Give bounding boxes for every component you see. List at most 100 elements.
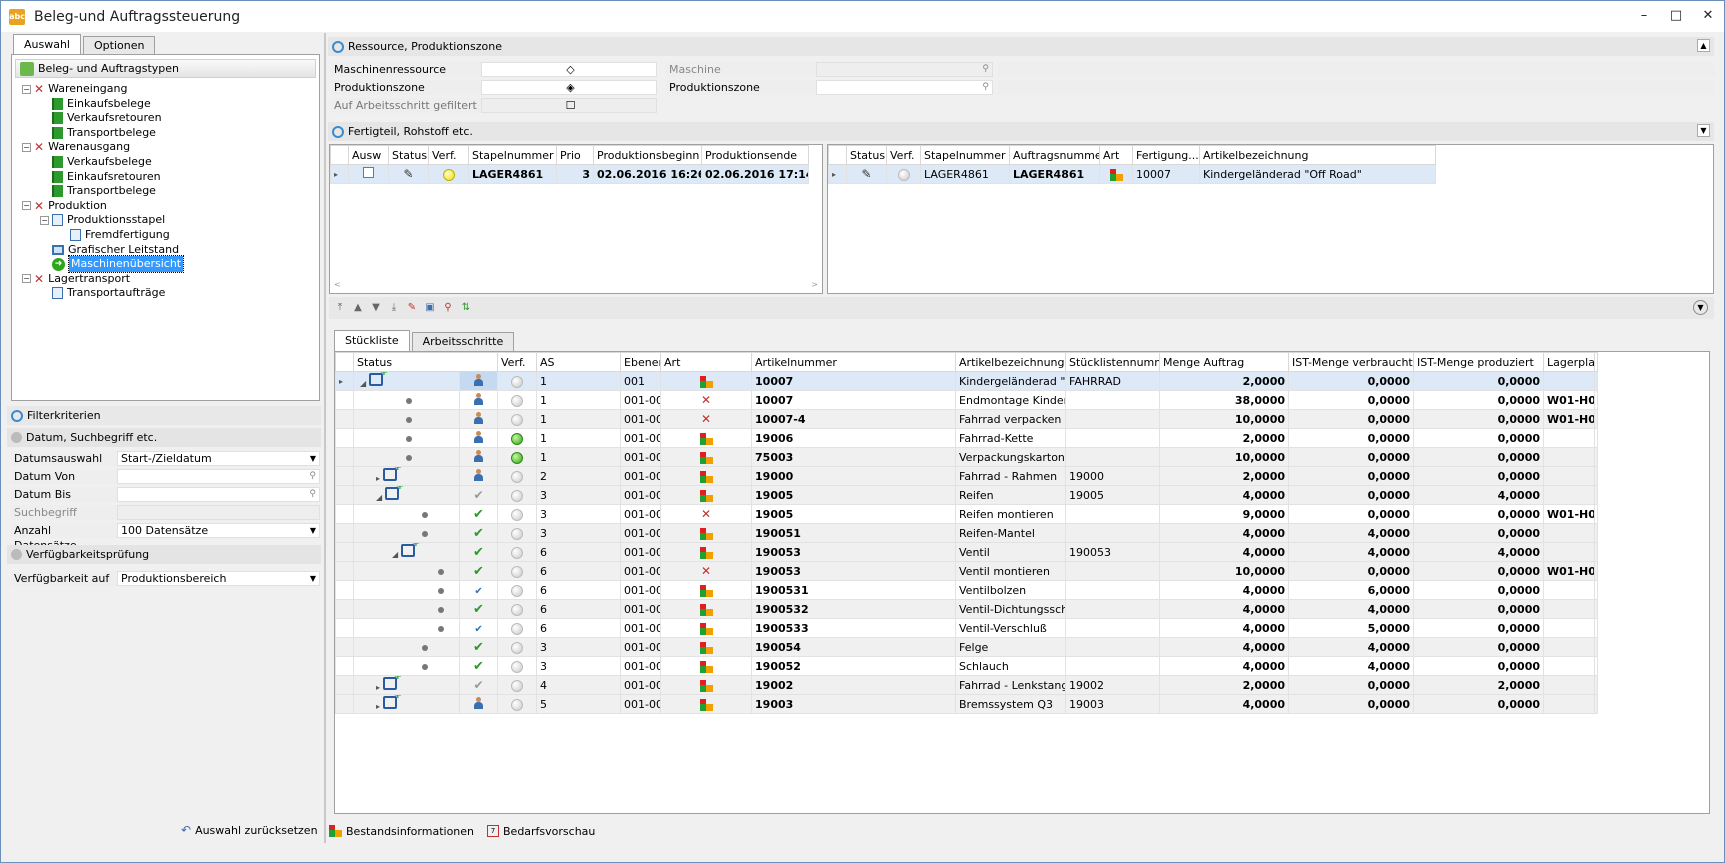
tab-stueckliste[interactable]: Stückliste <box>334 330 410 351</box>
resource-header[interactable]: Ressource, Produktionszone ▲ <box>328 37 1714 56</box>
col-produktionsbeginn[interactable]: Produktionsbeginn <box>593 145 702 165</box>
select-checkbox[interactable] <box>348 164 389 184</box>
table-row[interactable]: ✔3001-004-003190054Felge4,00004,00000,00… <box>335 637 1598 657</box>
col-prio[interactable]: Prio <box>556 145 594 165</box>
col-9[interactable]: IST-Menge verbraucht <box>1288 352 1415 372</box>
col-stapelnummer[interactable]: Stapelnummer <box>468 145 557 165</box>
table-row[interactable]: ✔3001-004-004190052Schlauch4,00004,00000… <box>335 656 1598 676</box>
table-row[interactable]: ▸ ✎ LAGER4861 3 02.06.2016 16:26 02.06.2… <box>330 164 809 184</box>
col-auftragsnummer[interactable]: Auftragsnummer <box>1009 145 1100 165</box>
minimize-button[interactable]: – <box>1629 5 1659 27</box>
col-art[interactable]: Art <box>1099 145 1133 165</box>
save-icon[interactable]: ▣ <box>421 299 439 317</box>
tree-item[interactable]: Grafischer Leitstand <box>40 242 179 258</box>
table-row[interactable]: ✔ 6001-004-002... 1900531Ventilbolzen 4,000… <box>335 580 1598 600</box>
availability-section[interactable]: Verfügbarkeitsprüfung <box>7 545 321 564</box>
tab-auswahl[interactable]: Auswahl <box>13 34 81 55</box>
filter-input[interactable]: 100 Datensätze ▼ <box>117 523 320 538</box>
table-row[interactable]: ▸ ✎ LAGER4861 LAGER4861 10007 Kindergelä… <box>828 164 1436 184</box>
table-row[interactable]: 1001-00119006Fahrrad-Kette2,00000,00000,… <box>335 428 1598 448</box>
col-4[interactable]: Art <box>660 352 753 372</box>
col-7[interactable]: Stücklistennummer <box>1065 352 1161 372</box>
vertical-splitter[interactable] <box>324 33 326 843</box>
table-row[interactable]: ✔ 6001-004-002... ✕ 190053Ventil montieren 1… <box>335 561 1598 581</box>
availability-dropdown[interactable]: Produktionsbereich ▼ <box>117 571 320 586</box>
move-top-icon[interactable]: ⤒ <box>331 299 349 317</box>
table-row[interactable]: ▸2001-00319000Fahrrad - Rahmen190002,000… <box>335 466 1598 486</box>
col-5[interactable]: Artikelnummer <box>751 352 957 372</box>
move-up-icon[interactable]: ▲ <box>349 299 367 317</box>
col-verf[interactable]: Verf. <box>428 145 469 165</box>
tree-item[interactable]: Transportbelege <box>40 183 156 199</box>
col-artikelbezeichnung[interactable]: Artikelbezeichnung <box>1199 145 1436 165</box>
fertigteil-header[interactable]: Fertigteil, Rohstoff etc. ▼ <box>328 122 1714 141</box>
sort-icon[interactable]: ⇅ <box>457 299 475 317</box>
resource-input-2[interactable]: ⚲ <box>816 80 993 95</box>
table-row[interactable]: ▸ ◢ 1001 10007Kindergeländerad "Off Road"FA… <box>335 371 1598 391</box>
col-status[interactable]: Status <box>352 352 499 372</box>
filter-clear-icon[interactable]: ⚲ <box>439 299 457 317</box>
collapse-icon[interactable]: ▲ <box>1697 39 1710 52</box>
resource-selector[interactable]: ☐ <box>481 98 657 113</box>
table-row[interactable]: ✔ 6001-004-002... 1900533Ventil-Verschluß 4… <box>335 618 1598 638</box>
expand-toggle-icon[interactable]: ◢ <box>376 493 382 502</box>
tree-item[interactable]: Transportbelege <box>40 125 156 141</box>
col-3[interactable]: EbenenString <box>620 352 662 372</box>
tree-item[interactable]: Transportaufträge <box>40 285 165 301</box>
tree-item[interactable]: − Produktionsstapel <box>40 212 165 228</box>
reset-button[interactable]: ↶ Auswahl zurücksetzen <box>181 823 318 837</box>
expand-toggle-icon[interactable]: ▸ <box>376 474 380 483</box>
filter-input[interactable] <box>117 505 320 520</box>
col-6[interactable]: Artikelbezeichnung <box>955 352 1067 372</box>
bestandsinfo-tab[interactable]: Bestandsinformationen <box>329 820 474 842</box>
collapse-toggle-icon[interactable]: − <box>22 142 31 152</box>
filter-input[interactable]: ⚲ <box>117 469 320 484</box>
tree-item[interactable]: − ✕ Wareneingang <box>22 81 127 97</box>
filter-input[interactable]: Start-/Zieldatum ▼ <box>117 451 320 466</box>
close-button[interactable]: ✕ <box>1693 5 1723 27</box>
col-12[interactable]: Reihe... <box>1594 352 1598 372</box>
move-bottom-icon[interactable]: ⤓ <box>385 299 403 317</box>
col-ausw[interactable]: Ausw <box>348 145 389 165</box>
table-row[interactable]: ◢✔3001-00419005Reifen190054,00000,00004,… <box>335 485 1598 505</box>
col-status[interactable]: Status <box>388 145 429 165</box>
col-fertigung[interactable]: Fertigung... <box>1132 145 1200 165</box>
maximize-button[interactable]: □ <box>1661 5 1691 27</box>
tree-item[interactable]: Fremdfertigung <box>58 227 170 243</box>
collapse-toggle-icon[interactable]: − <box>22 201 31 211</box>
table-row[interactable]: ▸5001-00619003Bremssystem Q3190034,00000… <box>335 694 1598 714</box>
resource-selector[interactable]: ◇ <box>481 62 657 77</box>
tree-item[interactable]: Verkaufsbelege <box>40 154 152 170</box>
col-2[interactable]: AS <box>536 352 622 372</box>
table-row[interactable]: ✔ 6001-004-002... 1900532Ventil-Dichtungss… <box>335 599 1598 619</box>
tree-item[interactable]: − ✕ Produktion <box>22 198 107 214</box>
resource-selector[interactable]: ◈ <box>481 80 657 95</box>
collapse-toggle-icon[interactable]: − <box>22 84 31 94</box>
expand-toggle-icon[interactable]: ◢ <box>360 379 366 388</box>
checkbox-icon[interactable] <box>363 167 374 178</box>
tree-item[interactable]: Einkaufsbelege <box>40 96 151 112</box>
collapse-toggle-icon[interactable]: − <box>40 215 49 225</box>
expand-toggle-icon[interactable]: ▸ <box>376 683 380 692</box>
table-row[interactable]: ◢✔6001-004-002190053Ventil1900534,00004,… <box>335 542 1598 562</box>
col-verf[interactable]: Verf. <box>886 145 921 165</box>
table-row[interactable]: 1001-001 ✕ 10007-4Fahrrad verpacken 10,0000… <box>335 409 1598 429</box>
edit-icon[interactable]: ✎ <box>403 299 421 317</box>
table-row[interactable]: ✔ 3001-004-001 190051Reifen-Mantel 4,00004,… <box>335 523 1598 543</box>
expand-toggle-icon[interactable]: ◢ <box>392 550 398 559</box>
collapse-toggle-icon[interactable]: − <box>22 274 31 284</box>
bedarfsvorschau-tab[interactable]: 7 Bedarfsvorschau <box>487 820 595 842</box>
tree-item[interactable]: Verkaufsretouren <box>40 110 162 126</box>
expand-toggle-icon[interactable]: ▸ <box>376 702 380 711</box>
filter-input[interactable]: ⚲ <box>117 487 320 502</box>
chevron-down-icon[interactable]: ▼ <box>1693 300 1708 315</box>
tree-item[interactable]: Einkaufsretouren <box>40 169 161 185</box>
table-row[interactable]: ✔ 3001-004-001 ✕ 19005Reifen montieren 9,000… <box>335 504 1598 524</box>
col-8[interactable]: Menge Auftrag <box>1159 352 1290 372</box>
col-10[interactable]: IST-Menge produziert <box>1413 352 1545 372</box>
expand-icon[interactable]: ▼ <box>1697 124 1710 137</box>
tree-item[interactable]: − ✕ Warenausgang <box>22 139 130 155</box>
col-1[interactable]: Verf. <box>497 352 538 372</box>
col-status[interactable]: Status <box>846 145 887 165</box>
tree-item[interactable]: ➜ Maschinenübersicht <box>40 255 185 274</box>
